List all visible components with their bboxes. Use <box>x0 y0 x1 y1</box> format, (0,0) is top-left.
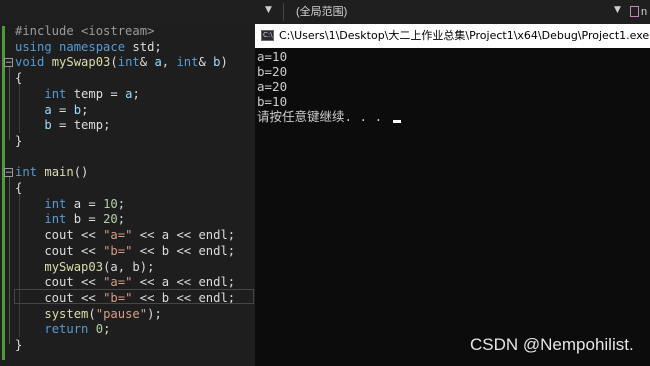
code-token: a <box>154 55 162 70</box>
fold-range-line <box>9 177 10 344</box>
code-token: int <box>44 86 74 101</box>
code-token: ; <box>117 196 126 211</box>
fold-range-line <box>9 67 10 140</box>
code-token: 10 <box>103 196 118 211</box>
code-token: ; <box>117 212 126 227</box>
code-token: ); <box>147 306 162 321</box>
code-line[interactable]: int b = 20; <box>15 211 125 227</box>
code-token: return <box>44 322 96 337</box>
code-token: int <box>44 196 74 211</box>
change-margin <box>2 26 5 360</box>
code-token: { <box>15 71 23 86</box>
code-line[interactable]: int temp = a; <box>15 86 140 102</box>
console-title: C:\Users\1\Desktop\大二上作业总集\Project1\x64\… <box>279 29 650 42</box>
code-token: 20 <box>103 212 118 227</box>
code-line[interactable]: int a = 10; <box>15 196 125 212</box>
code-token: ; <box>103 322 111 337</box>
divider <box>283 3 284 21</box>
code-line[interactable]: using namespace std; <box>15 39 162 55</box>
code-token: b = <box>73 212 104 227</box>
code-token: (a, b); <box>103 259 155 274</box>
console-line: b=10 <box>257 94 288 109</box>
code-token: "pause" <box>95 306 148 321</box>
code-line[interactable]: a = b; <box>15 102 88 118</box>
code-token: "b=" <box>103 243 133 258</box>
code-token: << a << endl; <box>132 275 236 290</box>
code-token: a <box>44 102 52 117</box>
code-token: mySwap03 <box>44 259 104 274</box>
code-line[interactable]: cout << "a=" << a << endl; <box>15 227 235 243</box>
code-token: & <box>139 55 155 70</box>
code-token: ; <box>132 86 140 101</box>
editor-toolbar: ▼ (全局范围) ▼ n <box>0 0 650 25</box>
code-token: "a=" <box>103 228 133 243</box>
code-line[interactable]: system("pause"); <box>15 306 162 322</box>
code-token: << a << endl; <box>132 228 236 243</box>
code-token: temp = <box>73 86 126 101</box>
code-token: system <box>44 306 89 321</box>
code-line[interactable]: cout << "b=" << b << endl; <box>15 243 235 259</box>
code-token: int <box>44 212 74 227</box>
code-line[interactable]: #include <iostream> <box>15 23 154 39</box>
code-token: } <box>15 133 23 148</box>
code-token: std; <box>132 39 162 54</box>
console-icon: C:\ <box>261 30 274 41</box>
code-token: void <box>15 55 52 70</box>
console-line: b=20 <box>257 64 288 79</box>
indent-guide <box>19 194 20 337</box>
code-token: b <box>213 55 221 70</box>
code-token: & <box>198 55 214 70</box>
code-line[interactable]: mySwap03(a, b); <box>15 259 154 275</box>
code-token: { <box>15 181 23 195</box>
code-line[interactable]: cout << "a=" << a << endl; <box>15 274 235 290</box>
code-token: ; <box>81 102 89 117</box>
watermark: CSDN @Nempohilist. <box>470 335 634 354</box>
fold-toggle-icon[interactable]: − <box>4 57 13 67</box>
code-line[interactable]: void mySwap03(int& a, int& b) <box>15 54 228 70</box>
code-token: , <box>161 55 177 70</box>
member-dropdown[interactable]: n <box>641 4 647 20</box>
code-token: int <box>176 55 199 70</box>
code-token: "a=" <box>103 275 133 290</box>
code-token: = temp; <box>51 118 111 133</box>
chevron-down-icon[interactable]: ▼ <box>265 5 272 15</box>
code-line[interactable]: return 0; <box>15 321 110 337</box>
code-token: int <box>15 165 45 180</box>
console-line: a=10 <box>257 49 288 64</box>
code-token: cout << <box>15 228 104 243</box>
text-cursor <box>393 120 401 123</box>
code-line[interactable]: } <box>15 133 22 149</box>
console-window[interactable]: C:\ C:\Users\1\Desktop\大二上作业总集\Project1\… <box>255 24 650 366</box>
code-token: cout << <box>15 243 104 258</box>
code-token: using namespace <box>15 39 133 54</box>
console-title-bar[interactable]: C:\ C:\Users\1\Desktop\大二上作业总集\Project1\… <box>255 24 650 48</box>
code-token: main <box>44 165 74 180</box>
code-token: ( <box>88 306 96 321</box>
code-line[interactable]: } <box>15 337 22 353</box>
code-token: b <box>44 118 52 133</box>
code-token: cout << <box>15 275 104 290</box>
code-token: ( <box>110 55 118 70</box>
code-token: () <box>73 165 89 180</box>
current-line-highlight <box>14 289 254 304</box>
code-token: b <box>73 102 82 117</box>
scope-dropdown[interactable]: (全局范围) <box>296 4 347 20</box>
code-token: mySwap03 <box>51 55 111 70</box>
console-line: a=20 <box>257 79 288 94</box>
code-line[interactable]: b = temp; <box>15 117 110 133</box>
fold-toggle-icon[interactable]: − <box>4 167 13 177</box>
code-token: ) <box>220 55 228 70</box>
code-token: << b << endl; <box>132 243 236 258</box>
code-token: int <box>117 55 140 70</box>
console-line: 请按任意键继续. . . <box>257 109 390 124</box>
chevron-down-icon[interactable]: ▼ <box>614 5 621 15</box>
code-token: a = <box>73 196 104 211</box>
code-token: = <box>51 102 74 117</box>
code-token: } <box>15 338 23 352</box>
indent-guide <box>19 84 20 133</box>
member-icon <box>630 6 639 17</box>
code-token: 0 <box>95 322 104 337</box>
code-line[interactable]: int main() <box>15 164 88 180</box>
code-token: #include <iostream> <box>15 24 155 38</box>
